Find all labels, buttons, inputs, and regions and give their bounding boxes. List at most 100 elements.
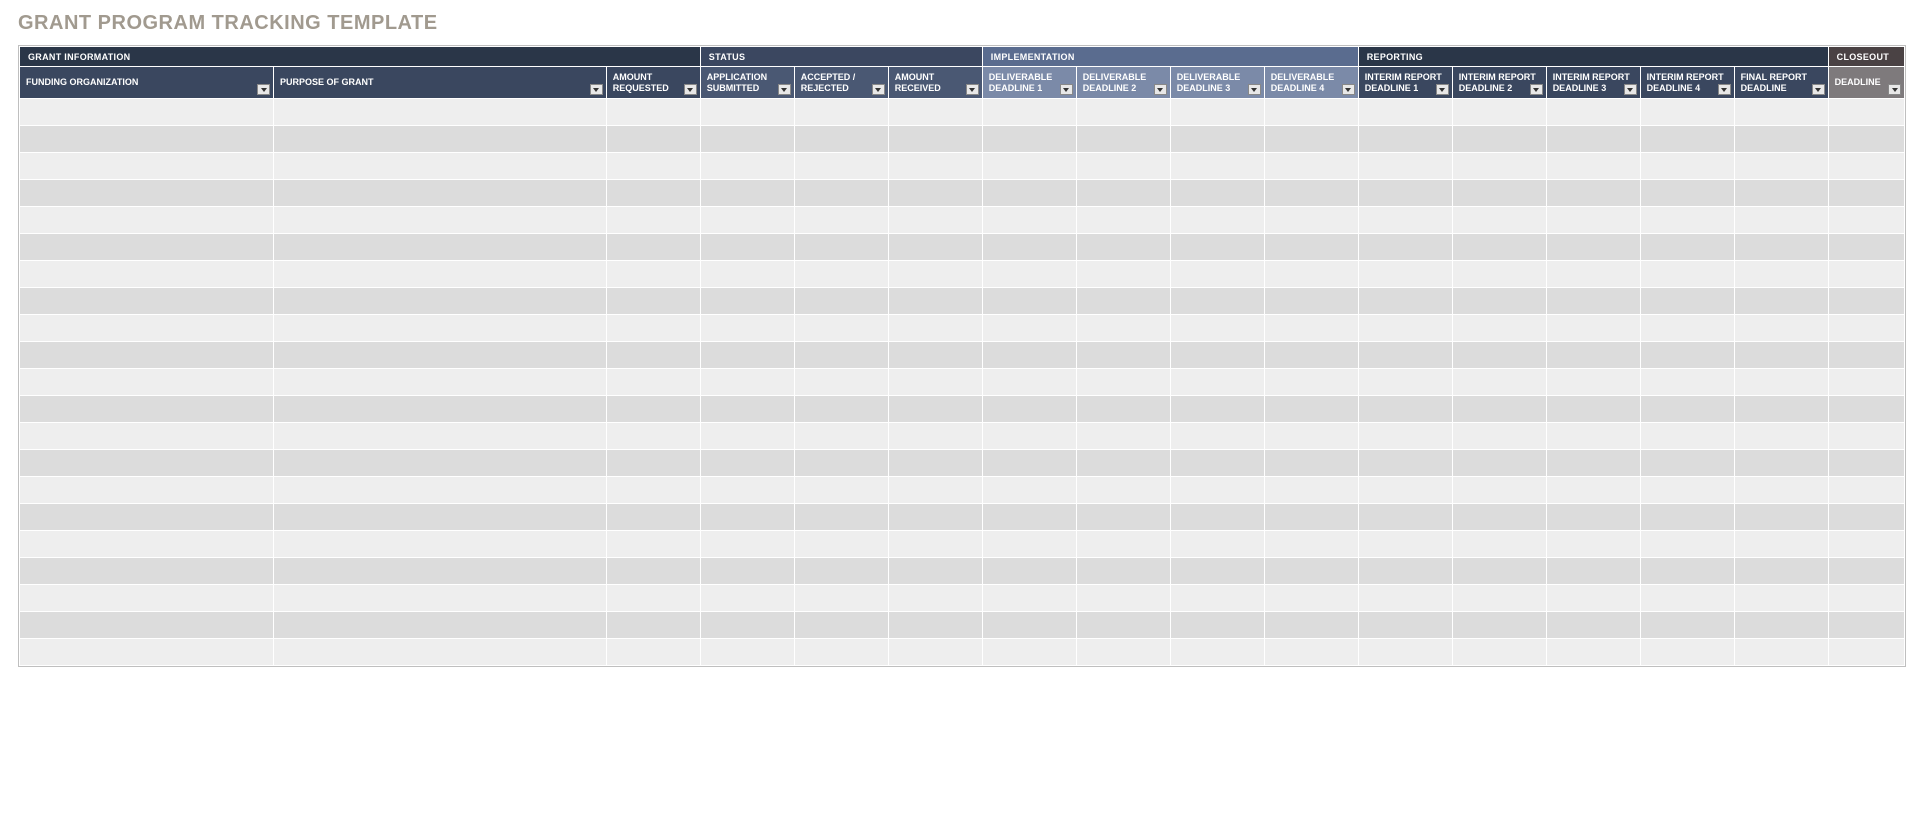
cell[interactable] (1264, 396, 1358, 423)
cell[interactable] (1076, 585, 1170, 612)
cell[interactable] (274, 369, 607, 396)
cell[interactable] (274, 558, 607, 585)
cell[interactable] (1170, 531, 1264, 558)
cell[interactable] (1828, 504, 1904, 531)
cell[interactable] (1546, 153, 1640, 180)
cell[interactable] (274, 585, 607, 612)
cell[interactable] (1828, 585, 1904, 612)
dropdown-icon[interactable] (1888, 84, 1901, 95)
cell[interactable] (1358, 99, 1452, 126)
cell[interactable] (606, 558, 700, 585)
cell[interactable] (1828, 477, 1904, 504)
cell[interactable] (1076, 558, 1170, 585)
cell[interactable] (1170, 342, 1264, 369)
cell[interactable] (1734, 126, 1828, 153)
cell[interactable] (1828, 126, 1904, 153)
cell[interactable] (1546, 639, 1640, 666)
cell[interactable] (1358, 396, 1452, 423)
cell[interactable] (1828, 612, 1904, 639)
cell[interactable] (1640, 639, 1734, 666)
cell[interactable] (1828, 639, 1904, 666)
cell[interactable] (982, 531, 1076, 558)
cell[interactable] (1452, 423, 1546, 450)
cell[interactable] (1170, 396, 1264, 423)
cell[interactable] (700, 288, 794, 315)
cell[interactable] (1640, 99, 1734, 126)
cell[interactable] (1076, 369, 1170, 396)
cell[interactable] (1734, 180, 1828, 207)
dropdown-icon[interactable] (966, 84, 979, 95)
cell[interactable] (1452, 342, 1546, 369)
cell[interactable] (700, 450, 794, 477)
cell[interactable] (1264, 639, 1358, 666)
cell[interactable] (20, 261, 274, 288)
cell[interactable] (1546, 477, 1640, 504)
cell[interactable] (1076, 315, 1170, 342)
cell[interactable] (1170, 612, 1264, 639)
cell[interactable] (794, 99, 888, 126)
cell[interactable] (1640, 369, 1734, 396)
cell[interactable] (982, 558, 1076, 585)
cell[interactable] (794, 504, 888, 531)
dropdown-icon[interactable] (778, 84, 791, 95)
cell[interactable] (1170, 234, 1264, 261)
cell[interactable] (1452, 477, 1546, 504)
cell[interactable] (20, 180, 274, 207)
cell[interactable] (1076, 639, 1170, 666)
cell[interactable] (1452, 369, 1546, 396)
cell[interactable] (1264, 234, 1358, 261)
cell[interactable] (1640, 450, 1734, 477)
cell[interactable] (1828, 369, 1904, 396)
cell[interactable] (794, 207, 888, 234)
cell[interactable] (1546, 315, 1640, 342)
cell[interactable] (1640, 126, 1734, 153)
cell[interactable] (20, 450, 274, 477)
cell[interactable] (1452, 153, 1546, 180)
cell[interactable] (1264, 531, 1358, 558)
cell[interactable] (274, 315, 607, 342)
cell[interactable] (1828, 288, 1904, 315)
cell[interactable] (1170, 558, 1264, 585)
cell[interactable] (1734, 396, 1828, 423)
cell[interactable] (1358, 342, 1452, 369)
cell[interactable] (1264, 288, 1358, 315)
cell[interactable] (1546, 396, 1640, 423)
cell[interactable] (20, 477, 274, 504)
cell[interactable] (1546, 234, 1640, 261)
cell[interactable] (982, 342, 1076, 369)
cell[interactable] (1734, 639, 1828, 666)
cell[interactable] (982, 450, 1076, 477)
cell[interactable] (1076, 342, 1170, 369)
cell[interactable] (794, 369, 888, 396)
cell[interactable] (1264, 369, 1358, 396)
cell[interactable] (1452, 504, 1546, 531)
cell[interactable] (1640, 207, 1734, 234)
cell[interactable] (1358, 369, 1452, 396)
cell[interactable] (888, 477, 982, 504)
cell[interactable] (274, 288, 607, 315)
cell[interactable] (982, 504, 1076, 531)
cell[interactable] (1358, 153, 1452, 180)
cell[interactable] (1452, 288, 1546, 315)
cell[interactable] (888, 261, 982, 288)
cell[interactable] (700, 207, 794, 234)
cell[interactable] (700, 396, 794, 423)
cell[interactable] (1452, 126, 1546, 153)
cell[interactable] (1264, 315, 1358, 342)
cell[interactable] (700, 423, 794, 450)
cell[interactable] (1452, 450, 1546, 477)
cell[interactable] (1640, 477, 1734, 504)
cell[interactable] (606, 207, 700, 234)
cell[interactable] (606, 450, 700, 477)
cell[interactable] (1264, 558, 1358, 585)
cell[interactable] (1076, 207, 1170, 234)
cell[interactable] (606, 342, 700, 369)
cell[interactable] (982, 234, 1076, 261)
cell[interactable] (274, 450, 607, 477)
cell[interactable] (888, 315, 982, 342)
cell[interactable] (794, 315, 888, 342)
cell[interactable] (1170, 477, 1264, 504)
cell[interactable] (1452, 558, 1546, 585)
cell[interactable] (1546, 369, 1640, 396)
cell[interactable] (1640, 261, 1734, 288)
